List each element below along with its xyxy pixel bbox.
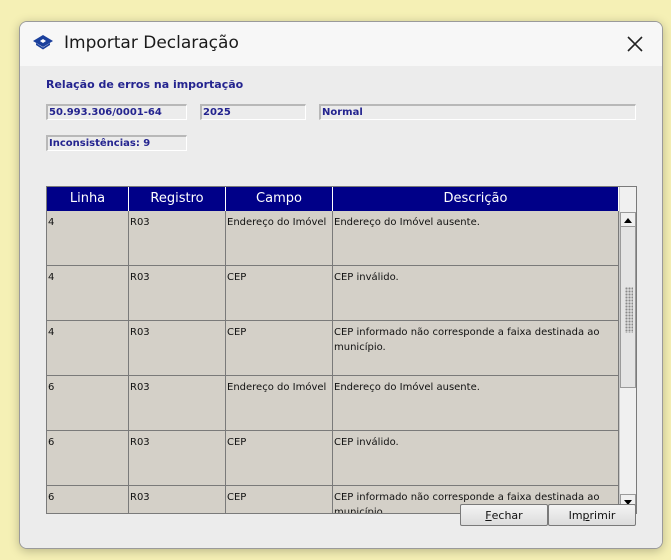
cell-linha: 4 — [47, 211, 129, 266]
section-title: Relação de erros na importação — [46, 78, 244, 91]
imprimir-label-end: rimir — [589, 508, 616, 522]
cell-campo: Endereço do Imóvel — [226, 376, 333, 431]
cell-linha: 4 — [47, 321, 129, 376]
table-row[interactable]: 6 R03 CEP CEP inválido. — [47, 431, 619, 486]
cell-registro: R03 — [129, 211, 226, 266]
table-row[interactable]: 4 R03 Endereço do Imóvel Endereço do Imó… — [47, 211, 619, 266]
cell-descricao: Endereço do Imóvel ausente. — [333, 211, 619, 266]
receita-federal-icon — [31, 33, 55, 53]
cell-registro: R03 — [129, 431, 226, 486]
grip-icon — [625, 287, 633, 333]
window-title: Importar Declaração — [64, 33, 239, 53]
import-dialog: Importar Declaração Relação de erros na … — [19, 21, 663, 549]
cell-linha: 4 — [47, 266, 129, 321]
cell-linha: 6 — [47, 431, 129, 486]
scrollbar-thumb[interactable] — [620, 226, 636, 388]
table-header: Linha Registro Campo Descrição — [47, 187, 619, 211]
declaration-type-field: Normal — [319, 104, 636, 120]
arrow-up-icon — [624, 217, 632, 223]
table-row[interactable]: 4 R03 CEP CEP inválido. — [47, 266, 619, 321]
cell-campo: CEP — [226, 486, 333, 513]
close-icon — [627, 36, 643, 52]
errors-table: Linha Registro Campo Descrição 4 R03 End… — [46, 186, 637, 514]
inconsistencies-field: Inconsistências: 9 — [46, 135, 187, 151]
table-row[interactable]: 4 R03 CEP CEP informado não corresponde … — [47, 321, 619, 376]
fechar-label: echar — [491, 508, 523, 522]
imprimir-mnemonic: p — [582, 508, 590, 522]
cnpj-field: 50.993.306/0001-64 — [46, 104, 187, 120]
year-field: 2025 — [200, 104, 306, 120]
imprimir-label-start: Im — [568, 508, 583, 522]
vertical-scrollbar[interactable] — [619, 187, 636, 513]
cell-linha: 6 — [47, 486, 129, 513]
cell-campo: Endereço do Imóvel — [226, 211, 333, 266]
close-window-button[interactable] — [620, 30, 650, 58]
table-row[interactable]: 6 R03 Endereço do Imóvel Endereço do Imó… — [47, 376, 619, 431]
dialog-content: Relação de erros na importação 50.993.30… — [20, 66, 662, 548]
fechar-button[interactable]: Fechar — [460, 504, 548, 526]
column-header-linha[interactable]: Linha — [47, 187, 129, 211]
cell-registro: R03 — [129, 486, 226, 513]
cell-campo: CEP — [226, 266, 333, 321]
cell-linha: 6 — [47, 376, 129, 431]
cell-descricao: Endereço do Imóvel ausente. — [333, 376, 619, 431]
cell-descricao: CEP inválido. — [333, 431, 619, 486]
cell-registro: R03 — [129, 266, 226, 321]
cell-registro: R03 — [129, 376, 226, 431]
title-bar: Importar Declaração — [20, 22, 662, 66]
column-header-campo[interactable]: Campo — [226, 187, 333, 211]
cell-campo: CEP — [226, 321, 333, 376]
cell-descricao: CEP inválido. — [333, 266, 619, 321]
imprimir-button[interactable]: Im p rimir — [548, 504, 636, 526]
cell-descricao: CEP informado não corresponde a faixa de… — [333, 321, 619, 376]
column-header-registro[interactable]: Registro — [129, 187, 226, 211]
column-header-descricao[interactable]: Descrição — [333, 187, 619, 211]
cell-registro: R03 — [129, 321, 226, 376]
cell-campo: CEP — [226, 431, 333, 486]
table-body: 4 R03 Endereço do Imóvel Endereço do Imó… — [47, 211, 619, 513]
